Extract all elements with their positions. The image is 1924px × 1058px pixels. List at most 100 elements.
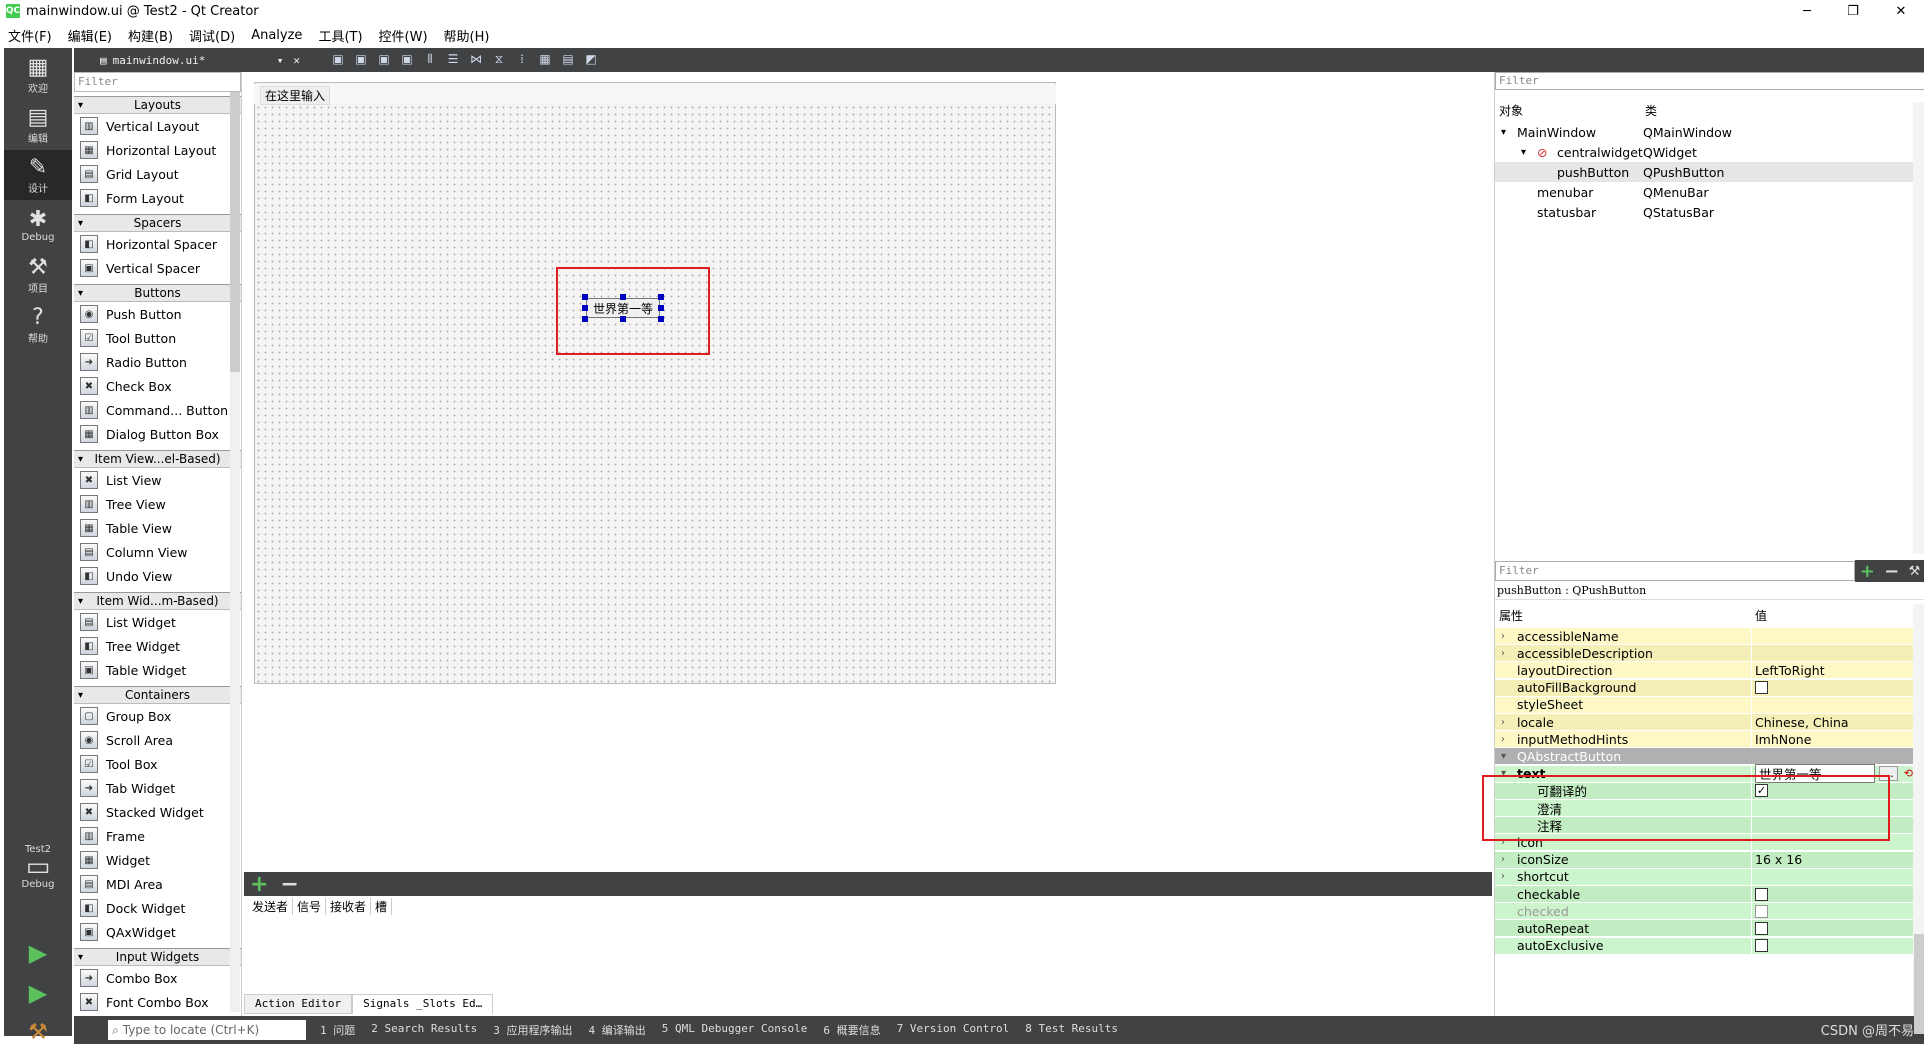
property-row[interactable]: autoRepeat (1495, 919, 1913, 938)
reset-icon[interactable]: ⟲ (1904, 767, 1913, 780)
widget-item[interactable]: ▤ Grid Layout (74, 162, 241, 186)
chevron-right-icon[interactable]: › (1501, 631, 1505, 642)
property-value[interactable]: Chinese, China (1751, 713, 1913, 731)
property-value[interactable] (1751, 902, 1913, 920)
widget-item[interactable]: ◧ Undo View (74, 564, 241, 588)
mode-debug[interactable]: ✱ Debug (4, 200, 72, 250)
add-property-icon[interactable]: + (1860, 561, 1875, 582)
menu-tools[interactable]: 工具(T) (310, 26, 370, 45)
widget-item[interactable]: ▣ Vertical Spacer (74, 256, 241, 280)
edit-tab-order-icon[interactable]: ▣ (399, 51, 415, 67)
object-filter-input[interactable]: Filter (1495, 72, 1924, 90)
header-slot[interactable]: 槽 (371, 897, 393, 915)
wrench-icon[interactable]: ⚒ (1909, 564, 1921, 579)
edit-signals-icon[interactable]: ▣ (353, 51, 369, 67)
tab-action-editor[interactable]: Action Editor (244, 994, 353, 1014)
widget-item[interactable]: ◉ Scroll Area (74, 728, 241, 752)
widget-item[interactable]: ▤ List Widget (74, 610, 241, 634)
widget-item[interactable]: ✖ List View (74, 468, 241, 492)
property-row[interactable]: › accessibleDescription (1495, 644, 1913, 663)
property-row[interactable]: › shortcut (1495, 868, 1913, 886)
property-filter-input[interactable]: Filter (1495, 561, 1855, 581)
layout-v-splitter-icon[interactable]: ⧖ (491, 51, 507, 67)
remove-connection-icon[interactable]: − (280, 872, 298, 897)
edit-widgets-icon[interactable]: ▣ (330, 51, 346, 67)
layout-grid-icon[interactable]: ▦ (537, 51, 553, 67)
mode-design[interactable]: ✎ 设计 (4, 150, 72, 200)
output-tab[interactable]: 3 应用程序输出 (493, 1022, 572, 1038)
checkbox[interactable] (1755, 887, 1768, 901)
layout-form-icon[interactable]: ⁞ (514, 51, 530, 67)
menu-help[interactable]: 帮助(H) (436, 26, 498, 45)
break-layout-icon[interactable]: ▤ (560, 51, 576, 67)
minimize-icon[interactable]: ─ (1784, 0, 1830, 22)
widget-item[interactable]: ▦ Horizontal Layout (74, 138, 241, 162)
output-tab[interactable]: 7 Version Control (897, 1022, 1010, 1038)
widget-item[interactable]: ▤ Column View (74, 540, 241, 564)
mode-welcome[interactable]: ▦ 欢迎 (4, 50, 72, 100)
property-row[interactable]: checked (1495, 902, 1913, 921)
close-icon[interactable]: ✕ (1878, 0, 1924, 22)
widget-item[interactable]: ▥ Tree View (74, 492, 241, 516)
widget-item[interactable]: ▥ Vertical Layout (74, 114, 241, 138)
output-tab[interactable]: 8 Test Results (1025, 1022, 1118, 1038)
document-combo[interactable]: ▤ mainwindow.ui* ▾ ✕ (100, 51, 300, 69)
category-header[interactable]: ▾ Spacers (74, 214, 241, 232)
menu-edit[interactable]: 编辑(E) (60, 26, 120, 45)
scroll-thumb[interactable] (1914, 934, 1924, 1034)
close-document-icon[interactable]: ✕ (293, 54, 300, 67)
build-button[interactable]: ⚒ (4, 1008, 72, 1058)
widget-item[interactable]: ▤ MDI Area (74, 872, 241, 896)
tree-row-statusbar[interactable]: statusbar QStatusBar (1495, 202, 1913, 222)
chevron-down-icon[interactable]: ▾ (1501, 127, 1506, 138)
mode-edit[interactable]: ▤ 编辑 (4, 100, 72, 150)
kit-selector[interactable]: Test2 ▭ Debug (4, 832, 72, 902)
edit-buddies-icon[interactable]: ▣ (376, 51, 392, 67)
checkbox[interactable] (1755, 904, 1768, 918)
add-connection-icon[interactable]: + (250, 872, 268, 897)
widget-item[interactable]: ◧ Tree Widget (74, 634, 241, 658)
widget-item[interactable]: ▦ Table View (74, 516, 241, 540)
category-header[interactable]: ▾ Buttons (74, 284, 241, 302)
chevron-right-icon[interactable]: › (1501, 854, 1505, 865)
output-tab[interactable]: 2 Search Results (371, 1022, 477, 1038)
output-tab[interactable]: 1 问题 (320, 1022, 355, 1038)
category-header[interactable]: ▾ Item View...el-Based) (74, 450, 241, 468)
checkbox[interactable] (1755, 921, 1768, 935)
menu-analyze[interactable]: Analyze (243, 28, 310, 43)
locator-input[interactable]: ⌕ Type to locate (Ctrl+K) (108, 1020, 306, 1040)
property-value[interactable] (1751, 696, 1913, 714)
property-row[interactable]: › inputMethodHints ImhNone (1495, 730, 1913, 749)
property-value[interactable] (1751, 644, 1913, 662)
widget-item[interactable]: ▥ Command... Button (74, 398, 241, 422)
chevron-right-icon[interactable]: › (1501, 648, 1505, 659)
checkbox[interactable] (1755, 681, 1768, 695)
property-row[interactable]: autoFillBackground (1495, 679, 1913, 697)
tree-row-pushbutton[interactable]: pushButton QPushButton (1495, 162, 1913, 182)
widget-item[interactable]: ✖ Check Box (74, 374, 241, 398)
widget-item[interactable]: ➜ Tab Widget (74, 776, 241, 800)
property-value[interactable] (1751, 885, 1913, 903)
property-value[interactable]: 16 x 16 (1751, 851, 1913, 869)
menu-build[interactable]: 构建(B) (120, 26, 181, 45)
chevron-right-icon[interactable]: › (1501, 734, 1505, 745)
chevron-down-icon[interactable]: ▾ (1521, 147, 1526, 158)
menu-debug[interactable]: 调试(D) (181, 26, 243, 45)
property-value[interactable] (1751, 627, 1913, 645)
widget-item[interactable]: ◧ Form Layout (74, 186, 241, 210)
header-receiver[interactable]: 接收者 (326, 897, 372, 915)
widget-item[interactable]: ✖ Stacked Widget (74, 800, 241, 824)
property-scrollbar[interactable] (1913, 604, 1924, 1034)
widget-item[interactable]: ▦ Dialog Button Box (74, 422, 241, 446)
property-value[interactable] (1751, 748, 1913, 765)
widget-item[interactable]: ▢ Group Box (74, 704, 241, 728)
layout-vertical-icon[interactable]: ☰ (445, 51, 461, 67)
widget-item[interactable]: ▥ Frame (74, 824, 241, 848)
layout-h-splitter-icon[interactable]: ⋈ (468, 51, 484, 67)
scroll-thumb[interactable] (230, 92, 240, 372)
widget-item[interactable]: ☑ Tool Button (74, 326, 241, 350)
tree-row-menubar[interactable]: menubar QMenuBar (1495, 182, 1913, 202)
object-inspector-scrollbar[interactable] (1913, 102, 1924, 554)
widget-item[interactable]: ▣ Table Widget (74, 658, 241, 682)
chevron-right-icon[interactable]: › (1501, 871, 1505, 882)
